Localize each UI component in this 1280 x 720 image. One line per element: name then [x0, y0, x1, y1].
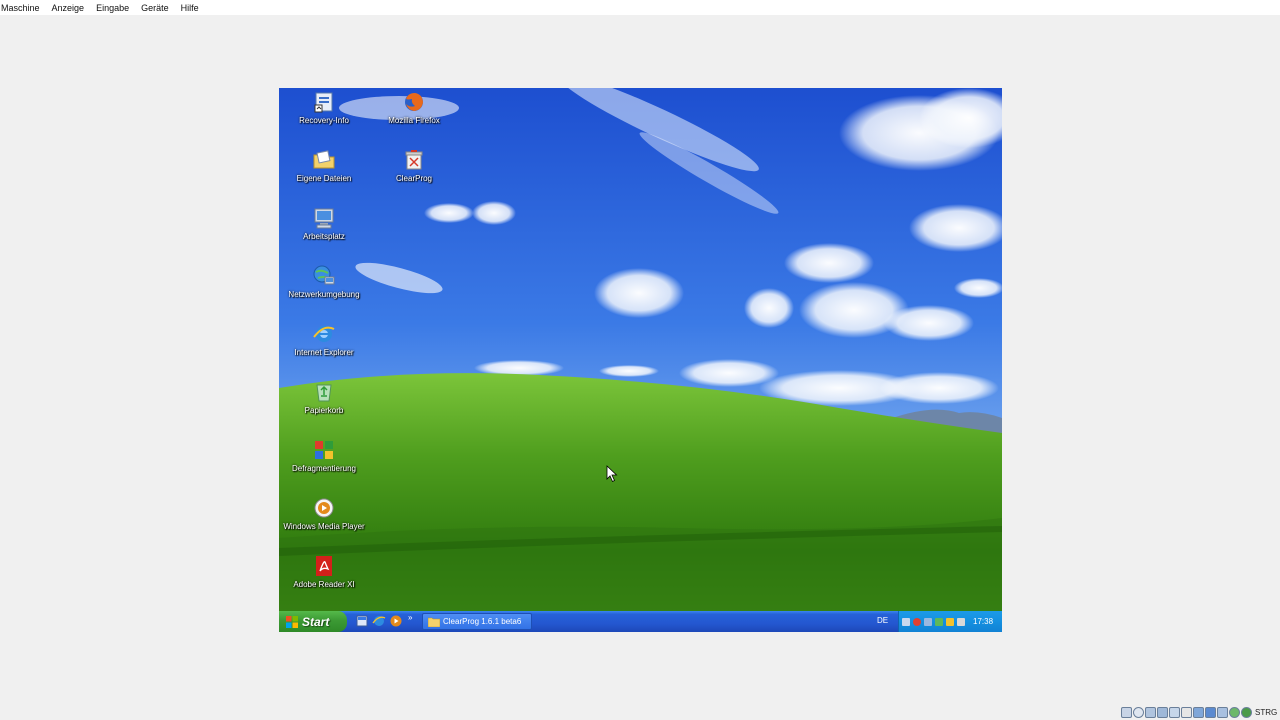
tray-safely-remove-icon[interactable]	[935, 617, 943, 626]
desktop[interactable]: Recovery-Info Eigene Dateien Arbeitsplat…	[279, 88, 1002, 611]
shared-folder-icon[interactable]	[1181, 707, 1192, 718]
taskbar: Start » ClearProg 1.6.1 beta6 DE 17:38	[279, 611, 1002, 632]
my-documents-icon	[313, 150, 335, 169]
desktop-icon-label: Netzwerkumgebung	[288, 290, 360, 299]
desktop-icon-recycle-bin[interactable]: Papierkorb	[279, 380, 369, 416]
hard-disk-icon[interactable]	[1121, 707, 1132, 718]
start-button[interactable]: Start	[279, 611, 347, 632]
desktop-icon-label: ClearProg	[395, 174, 432, 183]
tray-warning-icon[interactable]	[946, 617, 954, 626]
start-label: Start	[302, 614, 330, 629]
display-icon[interactable]	[1193, 707, 1204, 718]
desktop-icon-label: Arbeitsplatz	[303, 232, 345, 241]
menu-geraete[interactable]: Geräte	[136, 3, 174, 13]
network-places-icon	[313, 265, 335, 285]
internet-explorer-icon	[313, 326, 335, 342]
keyboard-icon[interactable]	[1241, 707, 1252, 718]
menu-maschine[interactable]: Maschine	[0, 3, 45, 13]
desktop-icon-internet-explorer[interactable]: Internet Explorer	[279, 322, 369, 358]
tray-display-icon[interactable]	[924, 617, 932, 626]
quick-launch: »	[355, 613, 412, 628]
desktop-icon-label: Adobe Reader XI	[293, 580, 355, 589]
task-button-label: ClearProg 1.6.1 beta6	[443, 617, 522, 626]
mouse-cursor-icon	[606, 465, 618, 483]
menu-eingabe[interactable]: Eingabe	[91, 3, 134, 13]
media-player-icon[interactable]	[389, 614, 403, 628]
show-desktop-icon[interactable]	[355, 614, 369, 628]
desktop-icon-firefox[interactable]: Mozilla Firefox	[369, 90, 459, 126]
folder-icon	[428, 617, 440, 627]
system-tray: 17:38	[898, 611, 1002, 632]
recycle-bin-icon	[316, 384, 332, 402]
recovery-info-icon	[314, 92, 333, 113]
firefox-icon	[405, 93, 423, 111]
desktop-icon-label: Internet Explorer	[294, 348, 354, 357]
desktop-icon-label: Eigene Dateien	[296, 174, 352, 183]
tray-security-icon[interactable]	[913, 617, 921, 626]
cpu-icon[interactable]	[1217, 707, 1228, 718]
desktop-icon-label: Papierkorb	[304, 406, 344, 415]
adobe-reader-icon	[316, 556, 332, 576]
menu-hilfe[interactable]: Hilfe	[176, 3, 204, 13]
desktop-icon-my-computer[interactable]: Arbeitsplatz	[279, 206, 369, 242]
media-player-icon	[314, 498, 334, 518]
video-capture-icon[interactable]	[1205, 707, 1216, 718]
clearprog-icon	[405, 150, 423, 170]
optical-drive-icon[interactable]	[1133, 707, 1144, 718]
mouse-integration-icon[interactable]	[1229, 707, 1240, 718]
network-icon[interactable]	[1157, 707, 1168, 718]
internet-explorer-icon[interactable]	[372, 614, 386, 628]
desktop-icon-media-player[interactable]: Windows Media Player	[279, 496, 369, 532]
windows-flag-icon	[286, 615, 298, 628]
tray-volume-icon[interactable]	[957, 617, 965, 626]
desktop-icon-clearprog[interactable]: ClearProg	[369, 148, 459, 184]
taskbar-clock[interactable]: 17:38	[973, 617, 993, 626]
my-computer-icon	[314, 208, 334, 229]
quick-launch-chevron-icon[interactable]: »	[408, 613, 412, 622]
taskbar-button-clearprog[interactable]: ClearProg 1.6.1 beta6	[422, 613, 532, 630]
desktop-icon-label: Mozilla Firefox	[388, 116, 440, 125]
desktop-icon-label: Defragmentierung	[291, 464, 357, 473]
language-indicator[interactable]: DE	[877, 616, 888, 625]
desktop-icon-adobe-reader[interactable]: Adobe Reader XI	[279, 554, 369, 590]
desktop-icon-network-places[interactable]: Netzwerkumgebung	[279, 264, 369, 300]
usb-icon[interactable]	[1169, 707, 1180, 718]
desktop-icon-defrag[interactable]: Defragmentierung	[279, 438, 369, 474]
audio-icon[interactable]	[1145, 707, 1156, 718]
desktop-icon-label: Windows Media Player	[283, 522, 365, 531]
defrag-icon	[315, 441, 333, 459]
desktop-icon-label: Recovery-Info	[299, 116, 349, 125]
guest-screen[interactable]: Recovery-Info Eigene Dateien Arbeitsplat…	[279, 88, 1002, 632]
desktop-icon-my-documents[interactable]: Eigene Dateien	[279, 148, 369, 184]
tray-network-icon[interactable]	[902, 617, 910, 626]
menu-anzeige[interactable]: Anzeige	[47, 3, 90, 13]
desktop-icon-recovery-info[interactable]: Recovery-Info	[279, 90, 369, 126]
host-statusbar: STRG	[1121, 706, 1277, 719]
host-key-label: STRG	[1255, 708, 1278, 717]
host-menubar: Maschine Anzeige Eingabe Geräte Hilfe	[0, 0, 1280, 15]
